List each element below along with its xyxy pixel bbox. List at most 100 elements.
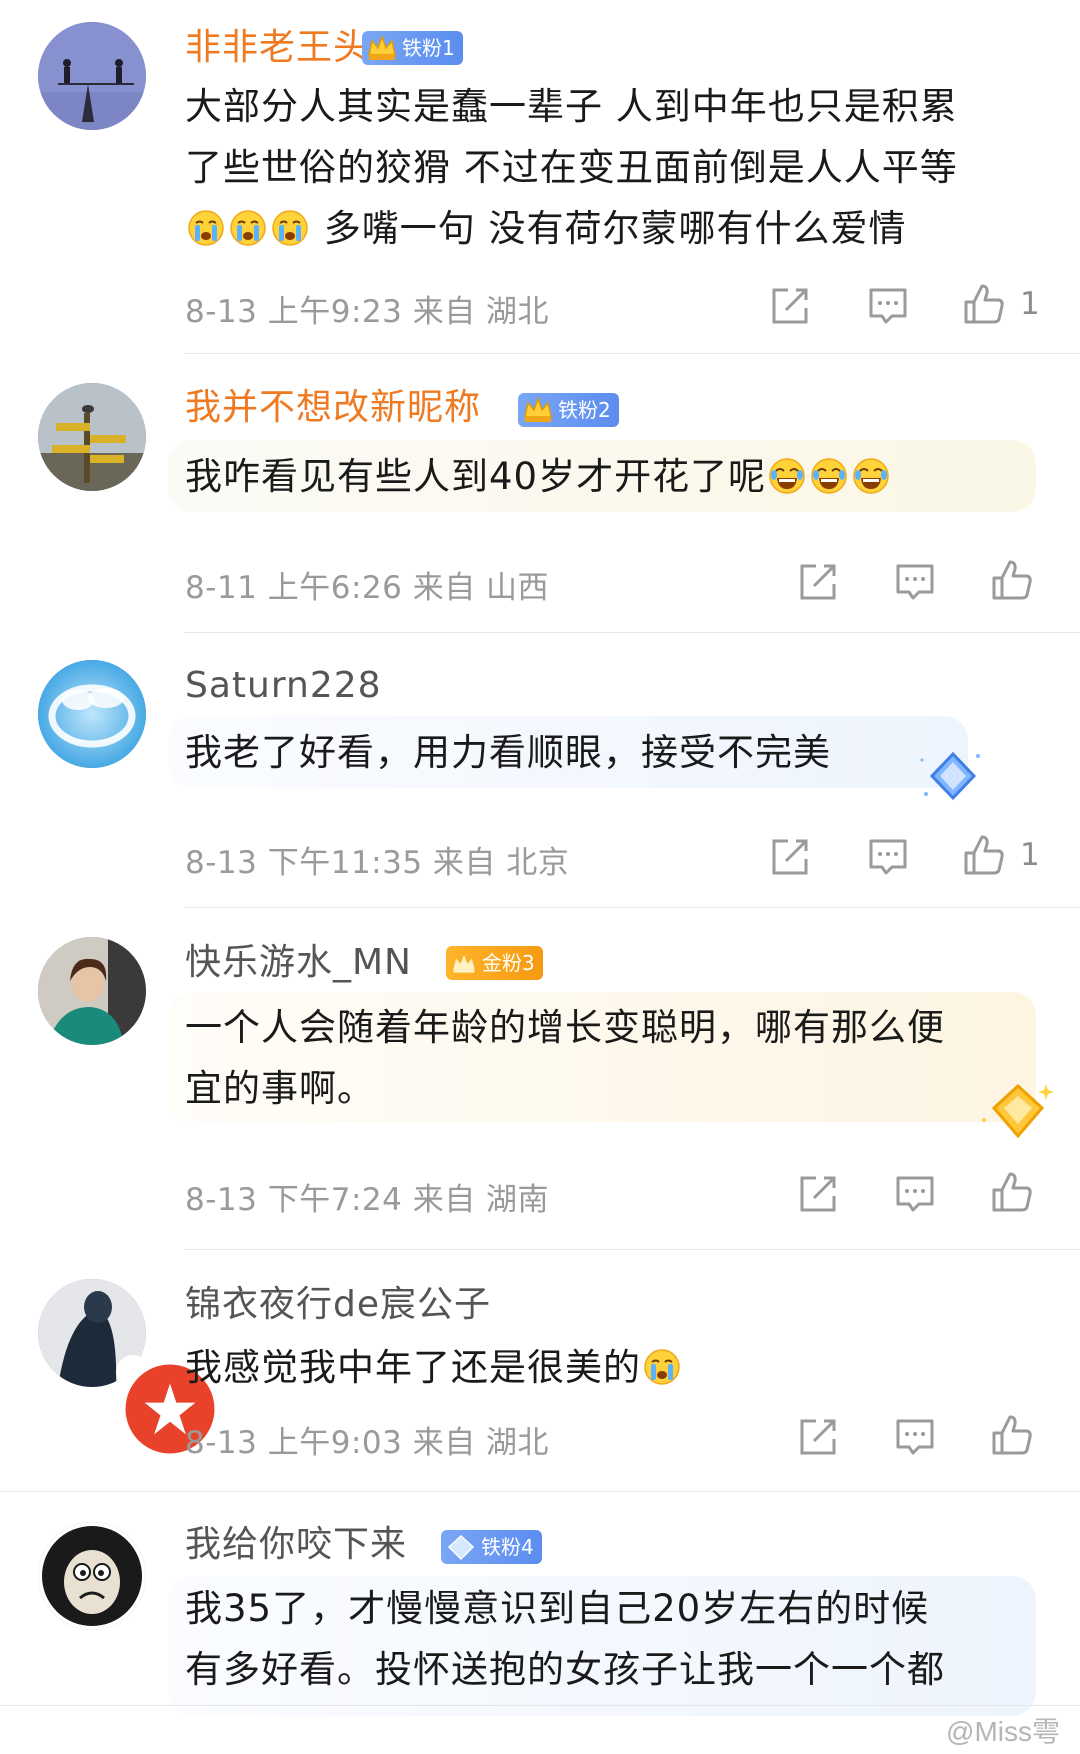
comment-icon [869,288,907,324]
crying-emoji-icon [643,1348,681,1386]
thumbs-up-icon [992,1415,1032,1455]
weibo-watermark: @Miss雩 [946,1716,1060,1747]
comment-text-line: 了些世俗的狡猾 不过在变丑面前倒是人人平等 [185,146,958,189]
comment-meta: 8-13 下午7:24 来自 湖南 [185,1174,549,1219]
share-button[interactable] [796,560,840,604]
like-button[interactable] [990,1170,1034,1214]
share-icon [800,1176,836,1212]
user-name[interactable]: 我给你咬下来 [185,1523,407,1567]
divider [184,907,1080,908]
share-button[interactable] [796,1415,840,1459]
share-icon [800,1419,836,1455]
share-button[interactable] [768,284,812,328]
fan-badge: 铁粉2 [518,393,619,427]
comment-text-line: 有多好看。投怀送抱的女孩子让我一个一个都 [185,1648,945,1691]
comment-icon [896,1176,934,1212]
like-button[interactable] [990,558,1034,602]
like-count: 1 [1020,837,1040,873]
like-button[interactable] [962,833,1006,877]
comment-time: 下午11:35 [267,845,423,881]
crown-icon [368,34,396,60]
user-name[interactable]: 快乐游水_MN [185,941,412,985]
share-icon [800,564,836,600]
avatar[interactable] [38,383,146,491]
comment-text: 我35了，才慢慢意识到自己20岁左右的时候 有多好看。投怀送抱的女孩子让我一个一… [185,1578,1045,1700]
comment-text: 我感觉我中年了还是很美的 [185,1337,1045,1398]
comment-meta: 8-13 上午9:03 来自 湖北 [185,1417,549,1462]
user-name[interactable]: 我并不想改新昵称 [185,386,481,430]
comment-date: 8-13 [185,1425,258,1461]
laughing-emoji-icon [768,457,806,495]
badge-label: 铁粉1 [402,36,455,60]
user-name[interactable]: 锦衣夜行de宸公子 [185,1283,491,1327]
badge-label: 铁粉4 [481,1535,534,1559]
thumbs-up-icon [964,835,1004,875]
bottom-divider [0,1705,1080,1706]
badge-label: 金粉3 [482,951,535,975]
comment-location: 来自 北京 [432,845,570,881]
comment-location: 来自 湖北 [412,294,550,330]
comment-feed: 非非老王头 铁粉1 大部分人其实是蠢一辈子 人到中年也只是积累 了些世俗的狡猾 … [0,0,1080,1754]
avatar[interactable] [38,937,146,1045]
comment-time: 下午7:24 [267,1182,403,1218]
avatar[interactable] [38,22,146,130]
comment-text: 大部分人其实是蠢一辈子 人到中年也只是积累 了些世俗的狡猾 不过在变丑面前倒是人… [185,76,1045,259]
comment-text: 我老了好看，用力看顺眼，接受不完美 [185,731,831,774]
user-name[interactable]: 非非老王头 [185,26,370,70]
thumbs-up-icon [992,1172,1032,1212]
share-icon [772,839,808,875]
crown-icon [524,396,552,422]
reply-button[interactable] [893,1172,937,1216]
like-button[interactable] [990,1413,1034,1457]
comment-text-tail: 多嘴一句 没有荷尔蒙哪有什么爱情 [323,207,907,250]
comment-time: 上午9:23 [267,294,403,330]
comment-text-line: 我感觉我中年了还是很美的 [185,1346,641,1389]
share-button[interactable] [768,835,812,879]
badge-label: 铁粉2 [558,398,611,422]
comment-date: 8-13 [185,1182,258,1218]
like-count: 1 [1020,286,1040,322]
comment-text: 一个人会随着年龄的增长变聪明，哪有那么便 宜的事啊。 [185,997,1045,1119]
fan-badge: 金粉3 [446,946,543,980]
diamond-icon [918,746,988,806]
fan-badge: 铁粉1 [362,31,463,65]
avatar[interactable] [38,1522,146,1630]
comment-text-line: 大部分人其实是蠢一辈子 人到中年也只是积累 [185,85,958,128]
comment-text-line: 我咋看见有些人到40岁才开花了呢 [185,455,767,498]
comment-icon [896,1419,934,1455]
divider [184,1249,1080,1250]
comment-time: 上午6:26 [267,570,403,606]
comment-meta: 8-11 上午6:26 来自 山西 [185,562,549,607]
reply-button[interactable] [866,835,910,879]
divider [184,353,1080,354]
comment-icon [896,564,934,600]
comment-text-line: 多嘴一句 没有荷尔蒙哪有什么爱情 [185,198,1045,259]
comment-meta: 8-13 上午9:23 来自 湖北 [185,286,549,331]
comment-meta: 8-13 下午11:35 来自 北京 [185,837,569,882]
diamond-icon [447,1534,475,1561]
divider [184,632,1080,633]
verified-badge-icon [116,1355,215,1454]
comment-location: 来自 湖北 [412,1425,550,1461]
comment-location: 来自 山西 [412,570,550,606]
comment-text-line: 宜的事啊。 [185,1067,375,1110]
avatar[interactable] [38,660,146,768]
comment-icon [869,839,907,875]
like-button[interactable] [962,282,1006,326]
reply-button[interactable] [893,1415,937,1459]
avatar[interactable] [38,1279,215,1454]
comment-text: 我咋看见有些人到40岁才开花了呢 [185,446,1045,507]
share-icon [772,288,808,324]
reply-button[interactable] [866,284,910,328]
crying-emoji-icon [229,209,267,247]
user-name[interactable]: Saturn228 [185,664,382,708]
laughing-emoji-icon [810,457,848,495]
gold-gem-icon [980,1078,1056,1146]
crown-icon [453,955,475,973]
comment-date: 8-11 [185,570,258,606]
comment-date: 8-13 [185,294,258,330]
thumbs-up-icon [992,560,1032,600]
divider [0,1491,1080,1492]
reply-button[interactable] [893,560,937,604]
share-button[interactable] [796,1172,840,1216]
